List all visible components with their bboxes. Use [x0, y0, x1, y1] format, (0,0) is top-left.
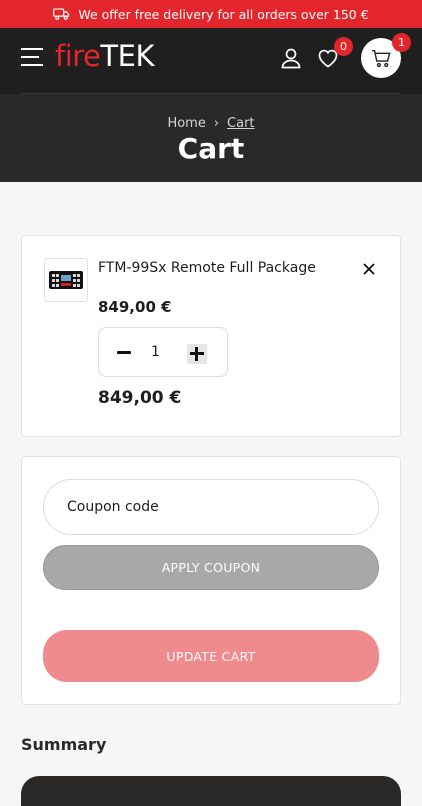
wishlist-count-badge: 0 [334, 37, 353, 56]
cart-icon [371, 49, 391, 67]
logo-tek: TEK [100, 39, 154, 73]
promo-text: We offer free delivery for all orders ov… [78, 6, 369, 22]
remote-control-image [49, 271, 83, 289]
promo-bar: We offer free delivery for all orders ov… [0, 0, 422, 28]
quantity-stepper: 1 [98, 327, 228, 377]
decrease-quantity-button[interactable] [117, 351, 131, 354]
logo-fire: fire [55, 39, 101, 73]
cart-item-card: FTM-99Sx Remote Full Package 849,00 € 1 … [21, 235, 401, 437]
breadcrumb-home[interactable]: Home [167, 116, 205, 131]
apply-coupon-button[interactable]: APPLY COUPON [43, 545, 379, 590]
increase-quantity-button[interactable] [187, 344, 207, 364]
breadcrumb-separator: › [213, 116, 220, 131]
page-title: Cart [177, 132, 245, 165]
remove-item-close-icon[interactable] [362, 262, 376, 276]
user-icon[interactable] [279, 46, 303, 70]
coupon-card: APPLY COUPON UPDATE CART [21, 456, 401, 705]
summary-heading: Summary [21, 735, 107, 754]
breadcrumb-current[interactable]: Cart [227, 116, 255, 131]
site-logo[interactable]: fireTEK [55, 39, 154, 73]
page-hero: Home › Cart Cart [0, 94, 422, 182]
truck-icon [53, 8, 70, 20]
quantity-value[interactable]: 1 [151, 344, 160, 360]
product-thumbnail[interactable] [44, 258, 88, 302]
menu-icon[interactable] [21, 48, 43, 66]
cart-count-badge: 1 [392, 33, 411, 52]
site-header: fireTEK 0 1 [0, 28, 422, 94]
breadcrumb: Home › Cart [0, 116, 422, 131]
coupon-code-input[interactable] [43, 479, 379, 535]
update-cart-button[interactable]: UPDATE CART [43, 630, 379, 682]
line-subtotal: 849,00 € [98, 388, 182, 408]
product-name[interactable]: FTM-99Sx Remote Full Package [98, 260, 316, 276]
unit-price: 849,00 € [98, 298, 172, 316]
summary-panel [21, 776, 401, 806]
